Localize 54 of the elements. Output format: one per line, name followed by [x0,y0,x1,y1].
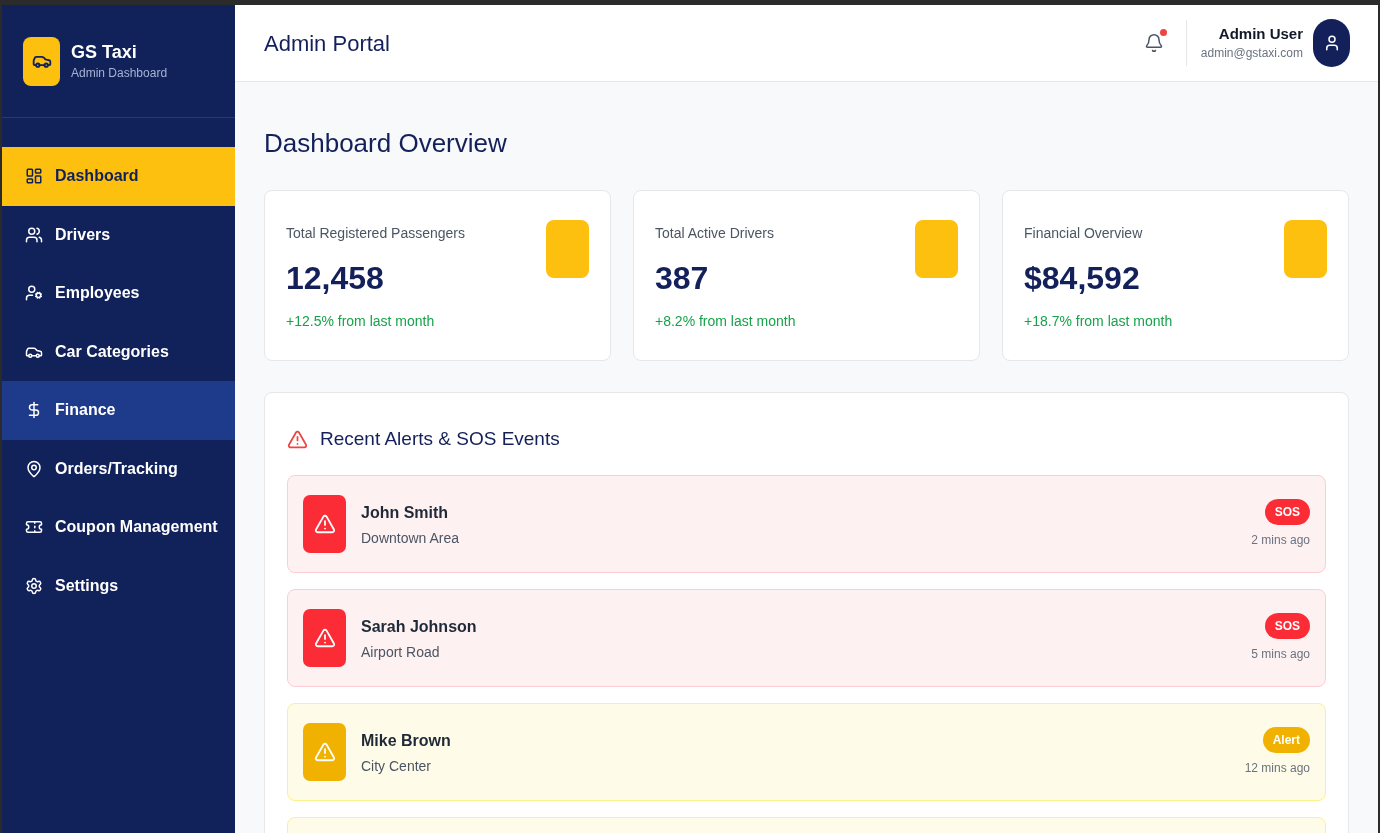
portal-title: Admin Portal [264,29,390,58]
alert-name: John Smith [361,502,450,523]
page-title: Dashboard Overview [264,127,508,159]
square-tile-icon [915,220,958,278]
sidebar-item[interactable]: Dashboard [2,147,235,206]
user-email: admin@gstaxi.com [1200,45,1303,62]
status-badge: Alert [1262,727,1310,753]
alert-time: 12 mins ago [1244,760,1310,777]
stat-change: +12.5% from last month [286,312,436,331]
warning-icon [303,495,346,553]
sidebar-item[interactable]: Employees [2,264,235,323]
alert-card[interactable]: Mike Brown City Center Alert 12 mins ago [287,703,1326,801]
stat-value: 387 [655,260,710,296]
sidebar-item[interactable]: Orders/Tracking [2,439,235,498]
layout-grid-icon [25,167,43,186]
warning-icon [303,723,346,781]
sidebar-item[interactable]: Coupon Management [2,498,235,557]
warning-icon [287,428,308,450]
user-avatar-icon[interactable] [1313,19,1350,67]
sidebar-item[interactable]: Settings [2,556,235,615]
user-gear-icon [25,284,43,303]
alerts-title: Recent Alerts & SOS Events [320,426,560,451]
brand-subtitle: Admin Dashboard [71,65,168,82]
stat-label: Total Registered Passengers [286,224,465,243]
status-badge: SOS [1264,613,1310,639]
stat-change: +8.2% from last month [655,312,796,331]
alert-location: City Center [361,756,433,776]
stat-value: $84,592 [1024,260,1141,296]
alert-time: 5 mins ago [1251,646,1310,663]
alert-name: Mike Brown [361,730,451,751]
alert-time: 2 mins ago [1251,532,1310,549]
brand-name: GS Taxi [71,41,138,64]
alert-location: Downtown Area [361,528,460,548]
alert-card[interactable]: John Smith Downtown Area SOS 2 mins ago [287,475,1326,573]
stat-change: +18.7% from last month [1024,312,1173,331]
stat-label: Total Active Drivers [655,224,776,243]
alert-card[interactable]: Sarah Johnson Airport Road SOS 5 mins ago [287,589,1326,687]
alert-name: Sarah Johnson [361,616,477,637]
settings-icon [25,576,43,595]
alert-location: Airport Road [361,642,441,662]
status-badge: SOS [1264,499,1310,525]
sidebar-item[interactable]: Finance [2,381,235,440]
map-pin-icon [25,459,43,478]
sidebar-item[interactable]: Car Categories [2,322,235,381]
car-logo-icon [23,36,60,86]
bell-icon[interactable] [1143,32,1164,54]
warning-icon [303,609,346,667]
square-tile-icon [546,220,589,278]
stat-value: 12,458 [286,260,385,296]
user-name: Admin User [1218,24,1303,44]
users-icon [25,225,43,244]
square-tile-icon [1284,220,1327,278]
stat-label: Financial Overview [1024,224,1144,243]
sidebar-item[interactable]: Drivers [2,205,235,264]
